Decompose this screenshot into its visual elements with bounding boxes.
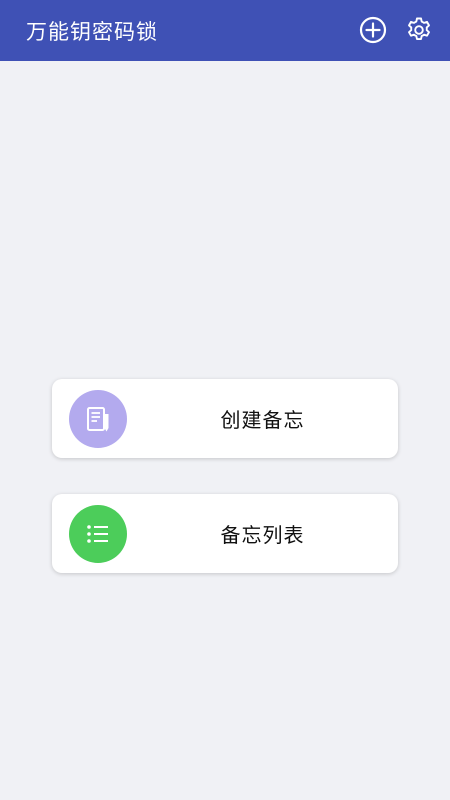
add-circle-icon bbox=[359, 16, 387, 44]
add-button[interactable] bbox=[356, 13, 390, 47]
note-edit-icon bbox=[87, 407, 109, 432]
gear-icon bbox=[408, 17, 430, 41]
app-bar: 万能钥密码锁 bbox=[0, 0, 450, 61]
memo-list-card[interactable]: 备忘列表 bbox=[52, 494, 398, 573]
memo-list-label: 备忘列表 bbox=[220, 523, 305, 547]
memo-list-icon-circle bbox=[69, 505, 127, 563]
app-title: 万能钥密码锁 bbox=[26, 19, 158, 44]
create-memo-icon-circle bbox=[69, 390, 127, 448]
create-memo-label: 创建备忘 bbox=[220, 408, 305, 432]
settings-button[interactable] bbox=[402, 13, 436, 47]
create-memo-card[interactable]: 创建备忘 bbox=[52, 379, 398, 458]
app-bar-actions bbox=[344, 13, 436, 47]
list-icon bbox=[87, 525, 108, 543]
